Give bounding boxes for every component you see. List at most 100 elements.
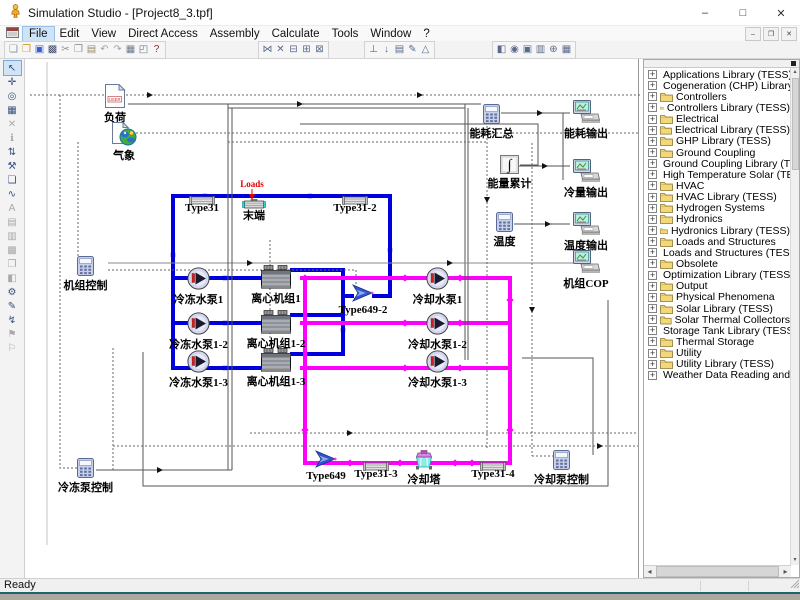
- tree-item-hydronics[interactable]: +Hydronics: [645, 214, 790, 225]
- tree-item-thermal-storage[interactable]: +Thermal Storage: [645, 336, 790, 347]
- tree-item-physical-phenomena[interactable]: +Physical Phenomena: [645, 292, 790, 303]
- draw-icon[interactable]: ✎: [406, 43, 419, 57]
- rows-icon[interactable]: ▥: [534, 43, 547, 57]
- scroll-right-icon[interactable]: ▸: [780, 566, 791, 577]
- contrast-icon[interactable]: ◉: [508, 43, 521, 57]
- grid-tool[interactable]: ▥: [4, 229, 21, 243]
- component-terminal-unit[interactable]: [242, 196, 266, 206]
- print-icon[interactable]: ▦: [124, 43, 137, 57]
- filled-box-icon[interactable]: ▣: [521, 43, 534, 57]
- component-pipe-type31-2[interactable]: [342, 192, 368, 201]
- plus-circle-icon[interactable]: ⊕: [547, 43, 560, 57]
- wrench-tool[interactable]: ⚒: [4, 159, 21, 173]
- expand-icon[interactable]: +: [648, 81, 657, 90]
- tree-item-ground-coupling-library-tess-[interactable]: +Ground Coupling Library (TESS): [645, 158, 790, 169]
- menu-assembly[interactable]: Assembly: [204, 27, 266, 41]
- expand-icon[interactable]: +: [648, 360, 657, 369]
- landscape-icon[interactable]: △: [419, 43, 432, 57]
- redo-icon[interactable]: ↷: [111, 43, 124, 57]
- tree-item-high-temperature-solar-tess-[interactable]: +High Temperature Solar (TESS): [645, 169, 790, 180]
- expand-icon[interactable]: +: [648, 137, 657, 146]
- component-chw-pump-control-calc[interactable]: [77, 458, 94, 478]
- pen-tool[interactable]: ✎: [4, 299, 21, 313]
- help-icon[interactable]: ?: [150, 43, 163, 57]
- scrollbar-thumb[interactable]: [656, 566, 779, 577]
- expand-icon[interactable]: +: [648, 148, 657, 157]
- v-box-icon[interactable]: ⊞: [300, 43, 313, 57]
- mdi-restore-button[interactable]: ❐: [763, 27, 779, 41]
- tree-item-utility[interactable]: +Utility: [645, 348, 790, 359]
- run-tool[interactable]: ↯: [4, 313, 21, 327]
- expand-icon[interactable]: +: [648, 371, 657, 380]
- stamp-tool[interactable]: ❏: [4, 173, 21, 187]
- component-temperature-calc[interactable]: [496, 212, 513, 232]
- tree-item-hydrogen-systems[interactable]: +Hydrogen Systems: [645, 203, 790, 214]
- component-chw-pump-1-2[interactable]: [187, 312, 210, 335]
- mdi-minimize-button[interactable]: –: [745, 27, 761, 41]
- tree-item-electrical-library-tess-[interactable]: +Electrical Library (TESS): [645, 125, 790, 136]
- save-icon[interactable]: ▣: [33, 43, 46, 57]
- expand-icon[interactable]: +: [648, 193, 657, 202]
- settings-tool[interactable]: ⚙: [4, 285, 21, 299]
- component-energy-output-plotter[interactable]: [572, 100, 600, 124]
- menu-file[interactable]: File: [23, 27, 54, 41]
- scroll-down-icon[interactable]: ▾: [791, 556, 799, 565]
- copy-view-tool[interactable]: ❐: [4, 257, 21, 271]
- copy-icon[interactable]: ❐: [72, 43, 85, 57]
- drop-icon[interactable]: ↓: [380, 43, 393, 57]
- tree-item-hydronics-library-tess-[interactable]: +Hydronics Library (TESS): [645, 225, 790, 236]
- expand-icon[interactable]: +: [648, 226, 657, 235]
- expand-icon[interactable]: +: [648, 170, 657, 179]
- tree-item-storage-tank-library-tess-[interactable]: +Storage Tank Library (TESS): [645, 325, 790, 336]
- expand-icon[interactable]: +: [648, 349, 657, 358]
- component-chiller-1-2[interactable]: [261, 310, 291, 334]
- tree-icon[interactable]: ⊥: [367, 43, 380, 57]
- expand-icon[interactable]: +: [648, 248, 657, 257]
- horizontal-scrollbar[interactable]: ◂ ▸: [644, 565, 791, 577]
- component-unit-control-calc[interactable]: [77, 256, 94, 276]
- component-pipe-type31-3[interactable]: [363, 458, 389, 467]
- component-pipe-type31[interactable]: [189, 192, 215, 201]
- menu-tools[interactable]: Tools: [326, 27, 365, 41]
- expand-icon[interactable]: +: [648, 92, 657, 101]
- expand-icon[interactable]: +: [648, 159, 657, 168]
- scroll-up-icon[interactable]: ▴: [791, 68, 799, 77]
- layers-tool[interactable]: ▩: [4, 243, 21, 257]
- tree-item-optimization-library-tess-[interactable]: +Optimization Library (TESS): [645, 270, 790, 281]
- close-button[interactable]: ✕: [762, 0, 800, 26]
- tree-item-controllers[interactable]: +Controllers: [645, 91, 790, 102]
- pan-tool[interactable]: ✛: [4, 75, 21, 89]
- split-tool[interactable]: ◧: [4, 271, 21, 285]
- new-icon[interactable]: ❏: [7, 43, 20, 57]
- component-cw-pump-control-calc[interactable]: [553, 450, 570, 470]
- expand-icon[interactable]: +: [648, 70, 657, 79]
- link-tool[interactable]: ⇅: [4, 145, 21, 159]
- component-cooling-output-plotter[interactable]: [572, 159, 600, 183]
- expand-icon[interactable]: +: [648, 126, 657, 135]
- tree-item-hvac[interactable]: +HVAC: [645, 180, 790, 191]
- component-tee-type649[interactable]: [315, 449, 337, 469]
- grid-icon[interactable]: ▦: [560, 43, 573, 57]
- resize-grip[interactable]: [789, 578, 799, 591]
- component-cw-pump-1[interactable]: [426, 267, 449, 290]
- component-cw-pump-1-2[interactable]: [426, 312, 449, 335]
- expand-icon[interactable]: +: [648, 215, 657, 224]
- tree-item-output[interactable]: +Output: [645, 281, 790, 292]
- signal-tool[interactable]: ∿: [4, 187, 21, 201]
- tree-item-ghp-library-tess-[interactable]: +GHP Library (TESS): [645, 136, 790, 147]
- tree-item-loads-and-structures[interactable]: +Loads and Structures: [645, 236, 790, 247]
- window-icon[interactable]: ▤: [393, 43, 406, 57]
- component-pipe-type31-4[interactable]: [480, 458, 506, 467]
- component-load-file[interactable]: [104, 84, 126, 108]
- unlink-icon[interactable]: ✕: [274, 43, 287, 57]
- panel-close-icon[interactable]: [791, 61, 796, 66]
- grid-box-icon[interactable]: ⊠: [313, 43, 326, 57]
- expand-icon[interactable]: +: [648, 259, 657, 268]
- tree-item-controllers-library-tess-[interactable]: +Controllers Library (TESS): [645, 102, 790, 113]
- menu-view[interactable]: View: [85, 27, 122, 41]
- component-chiller-1-3[interactable]: [261, 348, 291, 372]
- text-tool[interactable]: A: [4, 201, 21, 215]
- tree-item-weather-data-reading-and-process[interactable]: +Weather Data Reading and Process: [645, 370, 790, 381]
- join-icon[interactable]: ⋈: [261, 43, 274, 57]
- paste-icon[interactable]: ▤: [85, 43, 98, 57]
